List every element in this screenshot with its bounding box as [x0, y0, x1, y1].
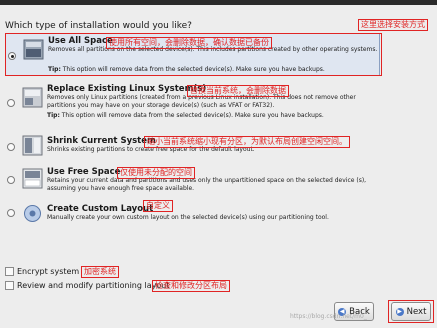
encrypt-system-label: Encrypt system — [17, 267, 80, 276]
option-title: Replace Existing Linux System(s) — [47, 84, 207, 94]
disk-replace-icon — [22, 87, 43, 108]
review-layout-checkbox[interactable] — [5, 281, 14, 290]
option-desc: Retains your current data and partitions… — [47, 177, 367, 192]
radio-replace-existing[interactable] — [7, 99, 15, 107]
encrypt-system-checkbox[interactable] — [5, 267, 14, 276]
radio-use-free-space[interactable] — [7, 176, 15, 184]
option-title: Create Custom Layout — [47, 204, 154, 214]
window-top-strip — [0, 0, 437, 5]
watermark: https://blog.csdn.net/m0_ — [290, 313, 367, 320]
annotation-replace: 替换当前系统，会删除数据 — [187, 85, 289, 97]
disk-free-icon — [22, 168, 43, 189]
disk-shrink-icon — [22, 135, 43, 156]
annotation-shrink: 缩小当前系统缩小现有分区，为默认布局创建空闲空间。 — [144, 136, 350, 148]
page-question: Which type of installation would you lik… — [5, 21, 192, 31]
annotation-free: 仅使用未分配的空间 — [117, 167, 195, 179]
option-title: Use Free Space — [47, 167, 121, 177]
annotation-box-next — [388, 300, 434, 323]
option-tip: Tip: This option will remove data from t… — [47, 112, 324, 119]
annotation-custom: 自定义 — [143, 200, 173, 212]
radio-shrink-current[interactable] — [7, 143, 15, 151]
annotation-use-all: 使用所有空间，会删除数据，确认数据已备份 — [106, 37, 272, 49]
annotation-review: 检查和修改分区布局 — [152, 280, 230, 292]
radio-create-custom[interactable] — [7, 209, 15, 217]
option-desc: Manually create your own custom layout o… — [47, 214, 329, 221]
annotation-encrypt: 加密系统 — [81, 266, 119, 278]
option-create-custom[interactable]: Create Custom Layout Manually create you… — [5, 203, 380, 225]
review-layout-label: Review and modify partitioning layout — [17, 281, 170, 290]
annotation-install-type: 这里选择安装方式 — [358, 19, 428, 31]
custom-layout-icon — [24, 205, 41, 222]
option-title: Shrink Current System — [47, 136, 156, 146]
